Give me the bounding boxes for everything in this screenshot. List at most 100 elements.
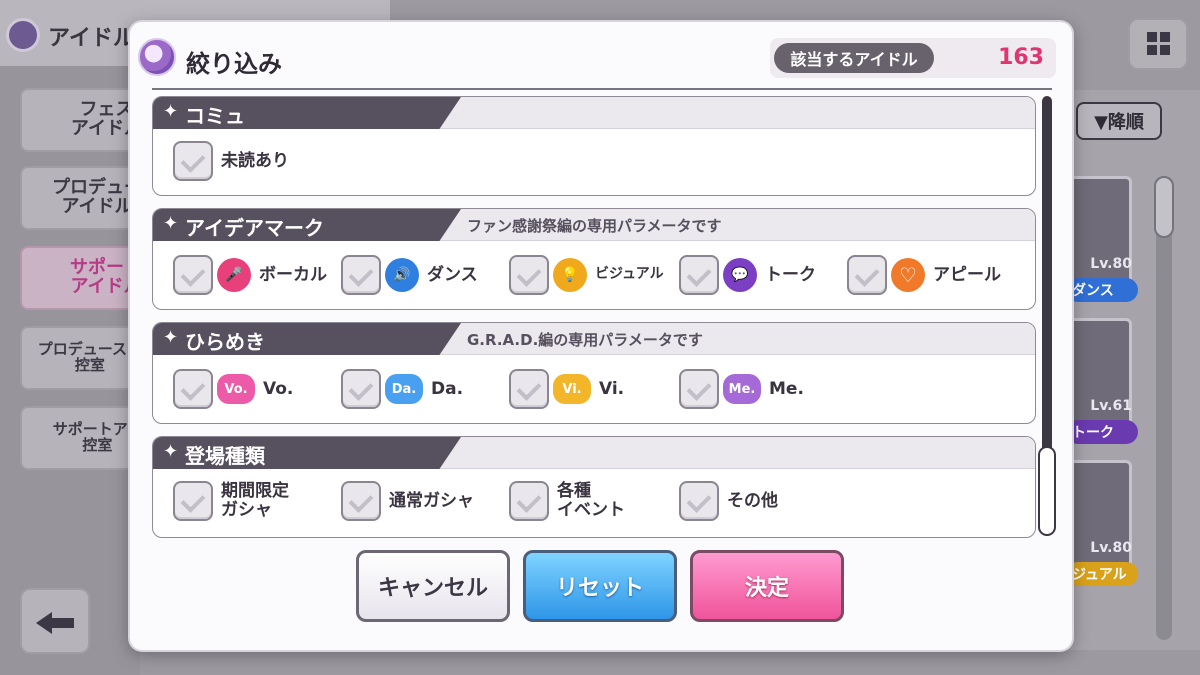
filter-option-dance[interactable]: 🔊 ダンス: [341, 253, 478, 297]
idol-card-level: Lv.80: [1090, 540, 1132, 556]
option-label: アピール: [933, 264, 1001, 285]
section-title: アイデアマーク: [185, 216, 324, 240]
sparkle-icon: ✦: [163, 101, 179, 122]
section-appearance-type: ✦ 登場種類 期間限定 ガシャ 通常ガシャ 各種 イベント その他: [152, 436, 1036, 538]
section-header: ✦ 登場種類: [153, 437, 1035, 469]
section-header: ✦ ひらめき G.R.A.D.編の専用パラメータです: [153, 323, 1035, 355]
reset-button[interactable]: リセット: [523, 550, 677, 622]
heart-icon: ♡: [891, 258, 925, 292]
checkbox[interactable]: [509, 369, 549, 409]
filter-option-vo[interactable]: Vo. Vo.: [173, 367, 293, 411]
idol-card-type: トーク: [1066, 420, 1138, 444]
option-label: Me.: [769, 378, 804, 399]
header-divider: [152, 88, 1052, 90]
sparkle-icon: ✦: [163, 213, 179, 234]
option-label: トーク: [765, 264, 816, 285]
vo-badge-icon: Vo.: [217, 374, 255, 404]
filter-option-talk[interactable]: 💬 トーク: [679, 253, 816, 297]
vi-badge-icon: Vi.: [553, 374, 591, 404]
checkbox[interactable]: [847, 255, 887, 295]
filter-option-normal-gacha[interactable]: 通常ガシャ: [341, 479, 474, 523]
grid-view-icon[interactable]: [1128, 18, 1188, 70]
idol-card-type: ダンス: [1066, 278, 1138, 302]
dialog-scrollbar-thumb[interactable]: [1038, 446, 1056, 536]
checkbox[interactable]: [173, 255, 213, 295]
section-title: ひらめき: [185, 330, 265, 354]
dialog-title: 絞り込み: [186, 50, 282, 78]
back-arrow-icon[interactable]: [20, 588, 90, 654]
section-hirameki: ✦ ひらめき G.R.A.D.編の専用パラメータです Vo. Vo. Da. D…: [152, 322, 1036, 424]
option-label: ダンス: [427, 264, 478, 285]
option-label: 期間限定 ガシャ: [221, 481, 289, 520]
app-logo-icon: [6, 18, 40, 52]
lightbulb-icon: 💡: [553, 258, 587, 292]
cancel-button[interactable]: キャンセル: [356, 550, 510, 622]
filter-option-da[interactable]: Da. Da.: [341, 367, 463, 411]
checkbox[interactable]: [509, 255, 549, 295]
option-label: 未読あり: [221, 150, 289, 171]
confirm-button[interactable]: 決定: [690, 550, 844, 622]
checkbox[interactable]: [679, 369, 719, 409]
filter-option-appeal[interactable]: ♡ アピール: [847, 253, 1001, 297]
filter-option-unread[interactable]: 未読あり: [173, 139, 289, 183]
sort-order-button[interactable]: ▼降順: [1076, 102, 1162, 140]
checkbox[interactable]: [173, 141, 213, 181]
checkbox[interactable]: [173, 481, 213, 521]
filter-dialog: 絞り込み 該当するアイドル 163 ✦ コミュ 未読あり ✦ アイデアマーク フ…: [130, 22, 1072, 650]
section-title-tag: ✦ コミュ: [153, 97, 461, 129]
option-label: その他: [727, 490, 778, 511]
background-page-title: アイドル: [48, 26, 135, 51]
idol-card-type: ジュアル: [1066, 562, 1138, 586]
section-title: コミュ: [185, 104, 245, 128]
section-header: ✦ コミュ: [153, 97, 1035, 129]
speech-bubble-icon: 💬: [723, 258, 757, 292]
checkbox[interactable]: [341, 255, 381, 295]
checkbox[interactable]: [173, 369, 213, 409]
background-scrollbar[interactable]: [1156, 176, 1172, 640]
option-label: ボーカル: [259, 264, 327, 285]
microphone-icon: 🎤: [217, 258, 251, 292]
section-idea-mark: ✦ アイデアマーク ファン感謝祭編の専用パラメータです 🎤 ボーカル 🔊 ダンス…: [152, 208, 1036, 310]
section-header: ✦ アイデアマーク ファン感謝祭編の専用パラメータです: [153, 209, 1035, 241]
background-scrollbar-thumb[interactable]: [1154, 176, 1174, 238]
checkbox[interactable]: [341, 369, 381, 409]
filter-option-vi[interactable]: Vi. Vi.: [509, 367, 624, 411]
option-label: Vi.: [599, 378, 625, 399]
section-note: ファン感謝祭編の専用パラメータです: [467, 217, 722, 235]
section-title-tag: ✦ ひらめき: [153, 323, 461, 355]
me-badge-icon: Me.: [723, 374, 761, 404]
option-label: 各種 イベント: [557, 481, 625, 520]
sparkle-icon: ✦: [163, 327, 179, 348]
matching-count: 該当するアイドル 163: [770, 38, 1056, 78]
option-label: 通常ガシャ: [389, 490, 474, 511]
filter-option-other[interactable]: その他: [679, 479, 778, 523]
checkbox[interactable]: [341, 481, 381, 521]
matching-count-label: 該当するアイドル: [774, 43, 934, 73]
section-note: G.R.A.D.編の専用パラメータです: [467, 331, 703, 349]
speaker-icon: 🔊: [385, 258, 419, 292]
sidebar-tab-label: プロデュー アイドル: [52, 177, 142, 217]
filter-scroll-area[interactable]: ✦ コミュ 未読あり ✦ アイデアマーク ファン感謝祭編の専用パラメータです 🎤: [130, 92, 1072, 542]
idol-card-level: Lv.80: [1090, 256, 1132, 272]
sparkle-icon: ✦: [163, 441, 179, 462]
filter-option-events[interactable]: 各種 イベント: [509, 479, 625, 523]
filter-option-me[interactable]: Me. Me.: [679, 367, 804, 411]
da-badge-icon: Da.: [385, 374, 423, 404]
filter-option-visual[interactable]: 💡 ビジュアル: [509, 253, 664, 297]
option-label: Vo.: [263, 378, 294, 399]
sidebar-tab-label: プロデュースア 控室: [37, 340, 142, 374]
idol-card-level: Lv.61: [1090, 398, 1132, 414]
checkbox[interactable]: [679, 481, 719, 521]
dialog-header: 絞り込み 該当するアイドル 163: [130, 22, 1072, 92]
option-label: Da.: [431, 378, 464, 399]
filter-option-limited-gacha[interactable]: 期間限定 ガシャ: [173, 479, 289, 523]
checkbox[interactable]: [509, 481, 549, 521]
section-title-tag: ✦ 登場種類: [153, 437, 461, 469]
section-commu: ✦ コミュ 未読あり: [152, 96, 1036, 196]
sidebar-tab-label: サポートアイ 控室: [52, 420, 142, 454]
matching-count-value: 163: [998, 45, 1044, 70]
section-title-tag: ✦ アイデアマーク: [153, 209, 461, 241]
section-title: 登場種類: [185, 444, 265, 468]
filter-option-vocal[interactable]: 🎤 ボーカル: [173, 253, 327, 297]
checkbox[interactable]: [679, 255, 719, 295]
